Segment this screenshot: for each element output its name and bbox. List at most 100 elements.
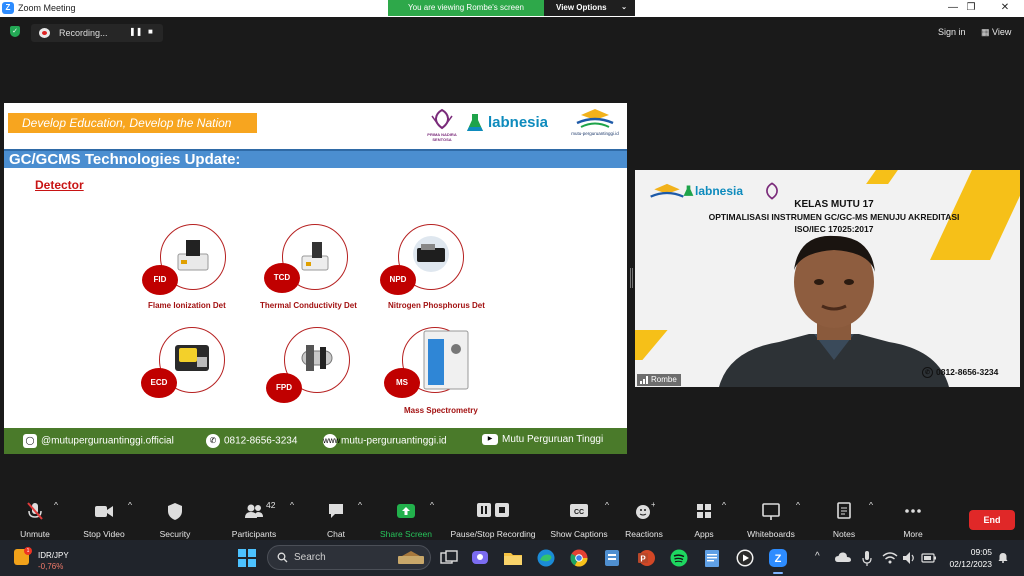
participants-count: 42 [266, 500, 276, 510]
show-captions-label: Show Captions [550, 529, 608, 539]
viewing-screen-banner: You are viewing Rombe's screen [388, 0, 544, 16]
notes-button[interactable]: Notes [830, 500, 858, 539]
notes-label: Notes [832, 529, 856, 539]
apps-label: Apps [694, 529, 714, 539]
notes-options-caret[interactable]: ^ [869, 500, 873, 538]
video-phone-number: 0812-8656-3234 [936, 367, 999, 377]
view-options-button[interactable]: View Options ⌄ [544, 0, 635, 16]
chat-bubble-icon [329, 504, 343, 518]
zoom-app-icon[interactable]: Z [767, 547, 789, 574]
svg-text:CC: CC [574, 509, 584, 516]
audio-options-caret[interactable]: ^ [54, 500, 58, 538]
detector-tcd: TCD Thermal Conductivity Det [260, 224, 384, 319]
meeting-topbar: ✓ Recording... ❚❚ ■ Sign in ▦ View [0, 17, 1024, 47]
shared-screen-slide: Develop Education, Develop the Nation PR… [4, 103, 627, 454]
chat-button[interactable]: Chat [322, 500, 350, 539]
window-title: Zoom Meeting [18, 3, 76, 13]
detector-badge: TCD [264, 263, 300, 293]
video-phone: ✆ 0812-8656-3234 [922, 367, 999, 379]
svg-text:P: P [640, 555, 646, 564]
file-explorer-icon[interactable] [502, 547, 524, 569]
stock-badge: 1 [24, 547, 32, 555]
detector-badge: FID [142, 265, 178, 295]
detector-heading: Detector [35, 178, 84, 192]
apps-button[interactable]: Apps [690, 500, 718, 539]
video-labnesia-wordmark: labnesia [695, 184, 744, 198]
panel-splitter-handle[interactable] [630, 268, 633, 288]
close-button[interactable]: ✕ [990, 0, 1020, 17]
teams-chat-icon[interactable] [469, 547, 491, 569]
pns-logo-icon [431, 108, 453, 130]
media-player-icon[interactable] [734, 547, 756, 569]
pause-stop-icon [477, 503, 509, 517]
maximize-button[interactable]: ❐ [956, 0, 986, 17]
reactions-button[interactable]: + Reactions [622, 500, 666, 539]
pause-stop-recording-button[interactable]: Pause/Stop Recording [448, 500, 538, 539]
wifi-icon[interactable] [882, 549, 898, 567]
task-view-icon[interactable] [438, 547, 460, 569]
slide-banner: Develop Education, Develop the Nation [8, 113, 257, 133]
edge-browser-icon[interactable] [535, 547, 557, 569]
video-options-caret[interactable]: ^ [128, 500, 132, 538]
signal-bars-icon [640, 375, 648, 384]
cloud-sync-icon[interactable] [834, 549, 852, 567]
stop-recording-icon[interactable]: ■ [148, 27, 153, 36]
share-options-caret[interactable]: ^ [430, 500, 434, 538]
powerpoint-icon[interactable]: P [635, 547, 657, 569]
spotify-icon[interactable] [668, 547, 690, 569]
unmute-button[interactable]: Unmute [14, 500, 56, 539]
notepad-icon[interactable] [701, 547, 723, 569]
view-button[interactable]: ▦ View [981, 27, 1011, 38]
slide-title: GC/GCMS Technologies Update: [4, 149, 627, 168]
search-icon [277, 552, 288, 563]
participant-video[interactable]: labnesia KELAS MUTU 17 OPTIMALISASI INST… [635, 170, 1020, 387]
video-title-line2: OPTIMALISASI INSTRUMEN GC/GC-MS MENUJU A… [708, 212, 960, 222]
stock-widget[interactable]: 1 IDR/JPY -0,76% [14, 545, 84, 571]
microphone-tray-icon[interactable] [860, 549, 874, 567]
volume-icon[interactable] [901, 549, 917, 567]
labnesia-logo: labnesia [466, 111, 568, 135]
video-stripe [635, 330, 668, 360]
file-manager-icon[interactable] [601, 547, 623, 569]
smiley-plus-icon: + [636, 500, 655, 519]
more-label: More [903, 529, 923, 539]
taskbar-search-input[interactable]: Search [267, 545, 431, 570]
end-meeting-button[interactable]: End [969, 510, 1015, 530]
pause-recording-icon[interactable]: ❚❚ [129, 27, 142, 36]
battery-icon[interactable] [920, 549, 938, 567]
instagram-icon: ◯ [23, 434, 37, 448]
view-options-label: View Options [556, 3, 607, 12]
share-screen-button[interactable]: Share Screen [378, 500, 434, 539]
chat-label: Chat [327, 529, 345, 539]
chat-options-caret[interactable]: ^ [358, 500, 362, 538]
shield-icon [168, 503, 182, 520]
apps-options-caret[interactable]: ^ [722, 500, 726, 538]
website-url: mutu-perguruantinggi.id [341, 435, 447, 447]
detector-ecd: ECD [141, 327, 261, 422]
stop-video-button[interactable]: Stop Video [78, 500, 130, 539]
whiteboards-button[interactable]: Whiteboards [744, 500, 798, 539]
search-highlight-icon [398, 551, 424, 564]
apps-grid-icon [697, 504, 711, 518]
whiteboards-options-caret[interactable]: ^ [796, 500, 800, 538]
detector-ms: MS Mass Spectrometry [384, 327, 504, 422]
security-shield-icon[interactable]: ✓ [10, 26, 20, 37]
tray-overflow-chevron-icon[interactable]: ^ [815, 551, 820, 562]
captions-options-caret[interactable]: ^ [605, 500, 609, 538]
detector-npd: NPD Nitrogen Phosphorus Det [380, 224, 500, 319]
video-stripe [866, 170, 898, 184]
fpd-instrument-icon [301, 345, 333, 371]
windows-start-icon[interactable] [238, 549, 256, 567]
chrome-browser-icon[interactable] [568, 547, 590, 569]
participants-options-caret[interactable]: ^ [290, 500, 294, 538]
show-captions-button[interactable]: CC Show Captions [548, 500, 610, 539]
notification-bell-icon[interactable] [998, 552, 1008, 563]
sign-in-link[interactable]: Sign in [938, 27, 966, 37]
security-button[interactable]: Security [156, 500, 194, 539]
whatsapp-number: 0812-8656-3234 [224, 435, 298, 447]
taskbar-clock[interactable]: 09:05 02/12/2023 [944, 546, 992, 570]
participants-icon [245, 504, 263, 518]
unmute-label: Unmute [20, 529, 50, 539]
share-screen-icon [397, 504, 415, 518]
more-button[interactable]: More [898, 500, 928, 539]
